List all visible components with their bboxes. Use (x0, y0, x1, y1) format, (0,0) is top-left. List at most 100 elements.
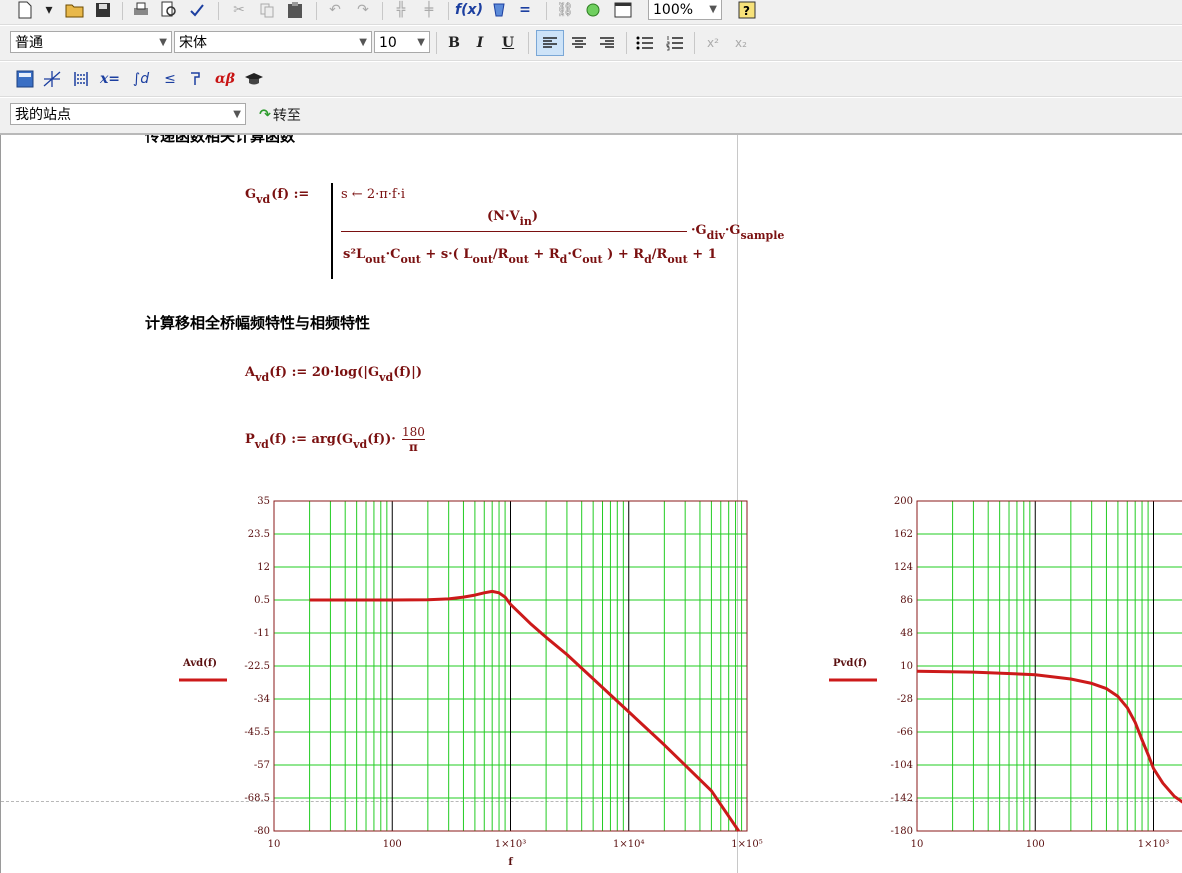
align-left-button[interactable] (536, 30, 564, 56)
calculus-palette-icon[interactable]: ∫d (128, 68, 154, 90)
phase-plot[interactable]: 200 162 124 86 48 10 -28 -66 -104 -142 -180 10 100 1×… (821, 495, 1182, 873)
chevron-down-icon: ▼ (359, 37, 367, 48)
evaluation-palette-icon[interactable]: x= (98, 68, 122, 90)
align-left-icon (543, 37, 557, 48)
new-document-icon[interactable] (14, 0, 36, 20)
fraction-bar (341, 231, 687, 232)
align-center-button[interactable] (568, 32, 590, 54)
spell-check-icon[interactable] (186, 0, 208, 20)
help-icon[interactable]: ? (736, 0, 758, 20)
standard-toolbar: ▾ ✂ ↶ ↷ ╬ ╪ f(x) = ⛓ 100% ▼ ? (0, 0, 1182, 25)
x-tick-label: 100 (1026, 839, 1045, 850)
numbered-list-icon (666, 36, 683, 51)
y-tick-label: 162 (894, 529, 913, 540)
style-select[interactable]: 普通 ▼ (10, 31, 172, 53)
y-axis-label: Pvd(f) (833, 658, 867, 669)
bold-button[interactable]: B (444, 32, 464, 54)
paste-icon[interactable] (284, 0, 306, 20)
plot-grid (916, 500, 1182, 832)
y-tick-label: -66 (897, 727, 913, 738)
gvd-s-assignment[interactable]: s ← 2·π·f·i (341, 187, 405, 202)
y-tick-label: 48 (900, 628, 913, 639)
y-tick-label: -68.5 (244, 793, 270, 804)
greek-palette-icon[interactable]: αβ (212, 68, 238, 90)
bullet-list-button[interactable] (634, 32, 656, 54)
numbered-list-button[interactable] (664, 32, 686, 54)
print-icon[interactable] (130, 0, 152, 20)
cut-icon[interactable]: ✂ (228, 0, 250, 20)
site-select[interactable]: 我的站点 ▼ (10, 103, 246, 125)
print-preview-icon[interactable] (158, 0, 180, 20)
chevron-down-icon: ▼ (159, 37, 167, 48)
y-tick-label: 124 (894, 562, 913, 573)
subscript-button[interactable]: x₂ (730, 32, 752, 54)
worksheet[interactable]: 传递函数相关计算函数 Gvd(f) := s ← 2·π·f·i (N·Vin)… (0, 135, 1182, 873)
italic-button[interactable]: I (470, 32, 490, 54)
goto-button[interactable]: ↷ 转至 (252, 104, 308, 126)
y-tick-label: -104 (891, 760, 913, 771)
y-axis-label: Avd(f) (182, 658, 217, 669)
site-value: 我的站点 (15, 107, 71, 123)
copy-icon[interactable] (256, 0, 278, 20)
formatting-toolbar: 普通 ▼ 宋体 ▼ 10 ▼ B I U x² x₂ (0, 26, 1182, 61)
web-toolbar: 我的站点 ▼ ↷ 转至 (0, 98, 1182, 135)
goto-arrow-icon: ↷ (259, 107, 271, 123)
zoom-select[interactable]: 100% ▼ (648, 0, 722, 20)
pvd-definition[interactable]: Pvd(f) := arg(Gvd(f))· 180 π (245, 425, 425, 454)
y-tick-label: -11 (254, 628, 270, 639)
y-tick-label: -28 (897, 694, 913, 705)
calculate-icon[interactable]: = (514, 0, 536, 20)
align-center-icon (572, 37, 586, 48)
y-tick-label: -45.5 (244, 727, 270, 738)
goto-label: 转至 (272, 108, 301, 124)
x-tick-label: 1×10⁴ (613, 839, 644, 850)
math-toolbar: x= ∫d ≤ αβ (0, 62, 1182, 97)
superscript-button[interactable]: x² (702, 32, 724, 54)
new-dropdown-icon[interactable]: ▾ (42, 0, 56, 20)
insert-unit-icon[interactable] (488, 0, 510, 20)
y-tick-label: 200 (894, 496, 913, 507)
boolean-palette-icon[interactable]: ≤ (158, 68, 182, 90)
gvd-denominator[interactable]: s²Lout·Cout + s·( Lout/Rout + Rd·Cout ) … (343, 247, 717, 266)
component-wizard-icon[interactable] (582, 0, 604, 20)
align-down-icon[interactable]: ╪ (418, 0, 440, 20)
open-folder-icon[interactable] (64, 0, 86, 20)
style-value: 普通 (15, 35, 43, 51)
font-size-select[interactable]: 10 ▼ (374, 31, 430, 53)
insert-hyperlink-icon[interactable]: ⛓ (554, 0, 576, 20)
section-heading-amp-phase: 计算移相全桥幅频特性与相频特性 (145, 314, 371, 332)
align-right-icon (600, 37, 614, 48)
gvd-definition-lhs[interactable]: Gvd(f) := (245, 187, 309, 206)
resource-center-icon[interactable] (612, 0, 634, 20)
undo-icon[interactable]: ↶ (324, 0, 346, 20)
programming-palette-icon[interactable] (186, 68, 208, 90)
chevron-down-icon: ▼ (709, 4, 717, 15)
y-tick-label: 35 (257, 496, 270, 507)
gvd-gain-terms[interactable]: ·Gdiv·Gsample (691, 223, 784, 242)
align-right-button[interactable] (596, 32, 618, 54)
calculator-palette-icon[interactable] (14, 68, 36, 90)
y-tick-label: -22.5 (244, 661, 270, 672)
y-tick-label: 0.5 (254, 595, 270, 606)
y-tick-label: -80 (254, 826, 270, 837)
program-bracket (331, 183, 333, 279)
matrix-palette-icon[interactable] (70, 68, 92, 90)
graph-palette-icon[interactable] (40, 68, 64, 90)
font-select[interactable]: 宋体 ▼ (174, 31, 372, 53)
chevron-down-icon: ▼ (233, 109, 241, 120)
align-across-icon[interactable]: ╬ (390, 0, 412, 20)
symbolic-palette-icon[interactable] (242, 68, 266, 90)
redo-icon[interactable]: ↷ (352, 0, 374, 20)
underline-button[interactable]: U (498, 32, 518, 54)
avd-definition[interactable]: Avd(f) := 20·log(|Gvd(f)|) (245, 365, 422, 384)
x-tick-label: 1×10³ (1138, 839, 1169, 850)
amplitude-plot[interactable]: 35 23.5 12 0.5 -11 -22.5 -34 -45.5 -57 -68.5 -80 10… (171, 495, 771, 873)
plot-grid (273, 500, 748, 832)
x-tick-label: 10 (911, 839, 924, 850)
save-icon[interactable] (92, 0, 114, 20)
y-tick-label: 10 (900, 661, 913, 672)
insert-function-icon[interactable]: f(x) (455, 0, 483, 20)
y-tick-label: -142 (891, 793, 913, 804)
y-tick-label: -34 (254, 694, 270, 705)
gvd-numerator[interactable]: (N·Vin) (487, 209, 538, 228)
